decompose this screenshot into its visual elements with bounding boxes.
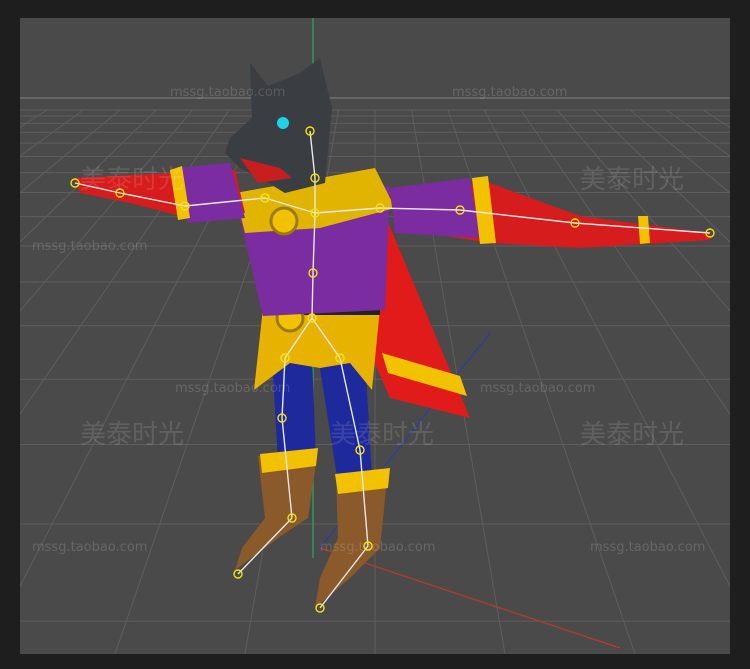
watermark-url-1: mssg.taobao.com (170, 85, 285, 100)
right-wrist-band (638, 216, 650, 244)
viewport-sky (20, 18, 730, 110)
watermark-brand-4: 美泰时光 (330, 420, 434, 450)
watermark-url-7: mssg.taobao.com (320, 540, 435, 555)
watermark-url-3: mssg.taobao.com (32, 239, 147, 254)
watermark-brand-3: 美泰时光 (80, 420, 184, 450)
grid-line-depth (702, 109, 730, 128)
watermark-url-8: mssg.taobao.com (590, 540, 705, 555)
chest-brooch (269, 206, 299, 236)
watermark-brand-2: 美泰时光 (580, 165, 684, 195)
watermark-brand-5: 美泰时光 (580, 420, 684, 450)
watermark-url-4: mssg.taobao.com (175, 381, 290, 396)
watermark-url-5: mssg.taobao.com (480, 381, 595, 396)
3d-viewport[interactable]: mssg.taobao.com mssg.taobao.com mssg.tao… (20, 18, 730, 654)
character-model[interactable] (75, 58, 710, 608)
watermark-brand-1: 美泰时光 (80, 165, 184, 195)
watermark-url-6: mssg.taobao.com (32, 540, 147, 555)
skeleton-bone[interactable] (311, 272, 314, 319)
wolf-eye-icon (277, 117, 289, 129)
grid-line-depth (20, 109, 48, 128)
left-leg (272, 356, 316, 463)
app-frame: mssg.taobao.com mssg.taobao.com mssg.tao… (0, 0, 750, 669)
grid-line-depth (20, 109, 84, 157)
viewport-scene[interactable]: mssg.taobao.com mssg.taobao.com mssg.tao… (20, 18, 730, 654)
watermark-url-2: mssg.taobao.com (452, 85, 567, 100)
